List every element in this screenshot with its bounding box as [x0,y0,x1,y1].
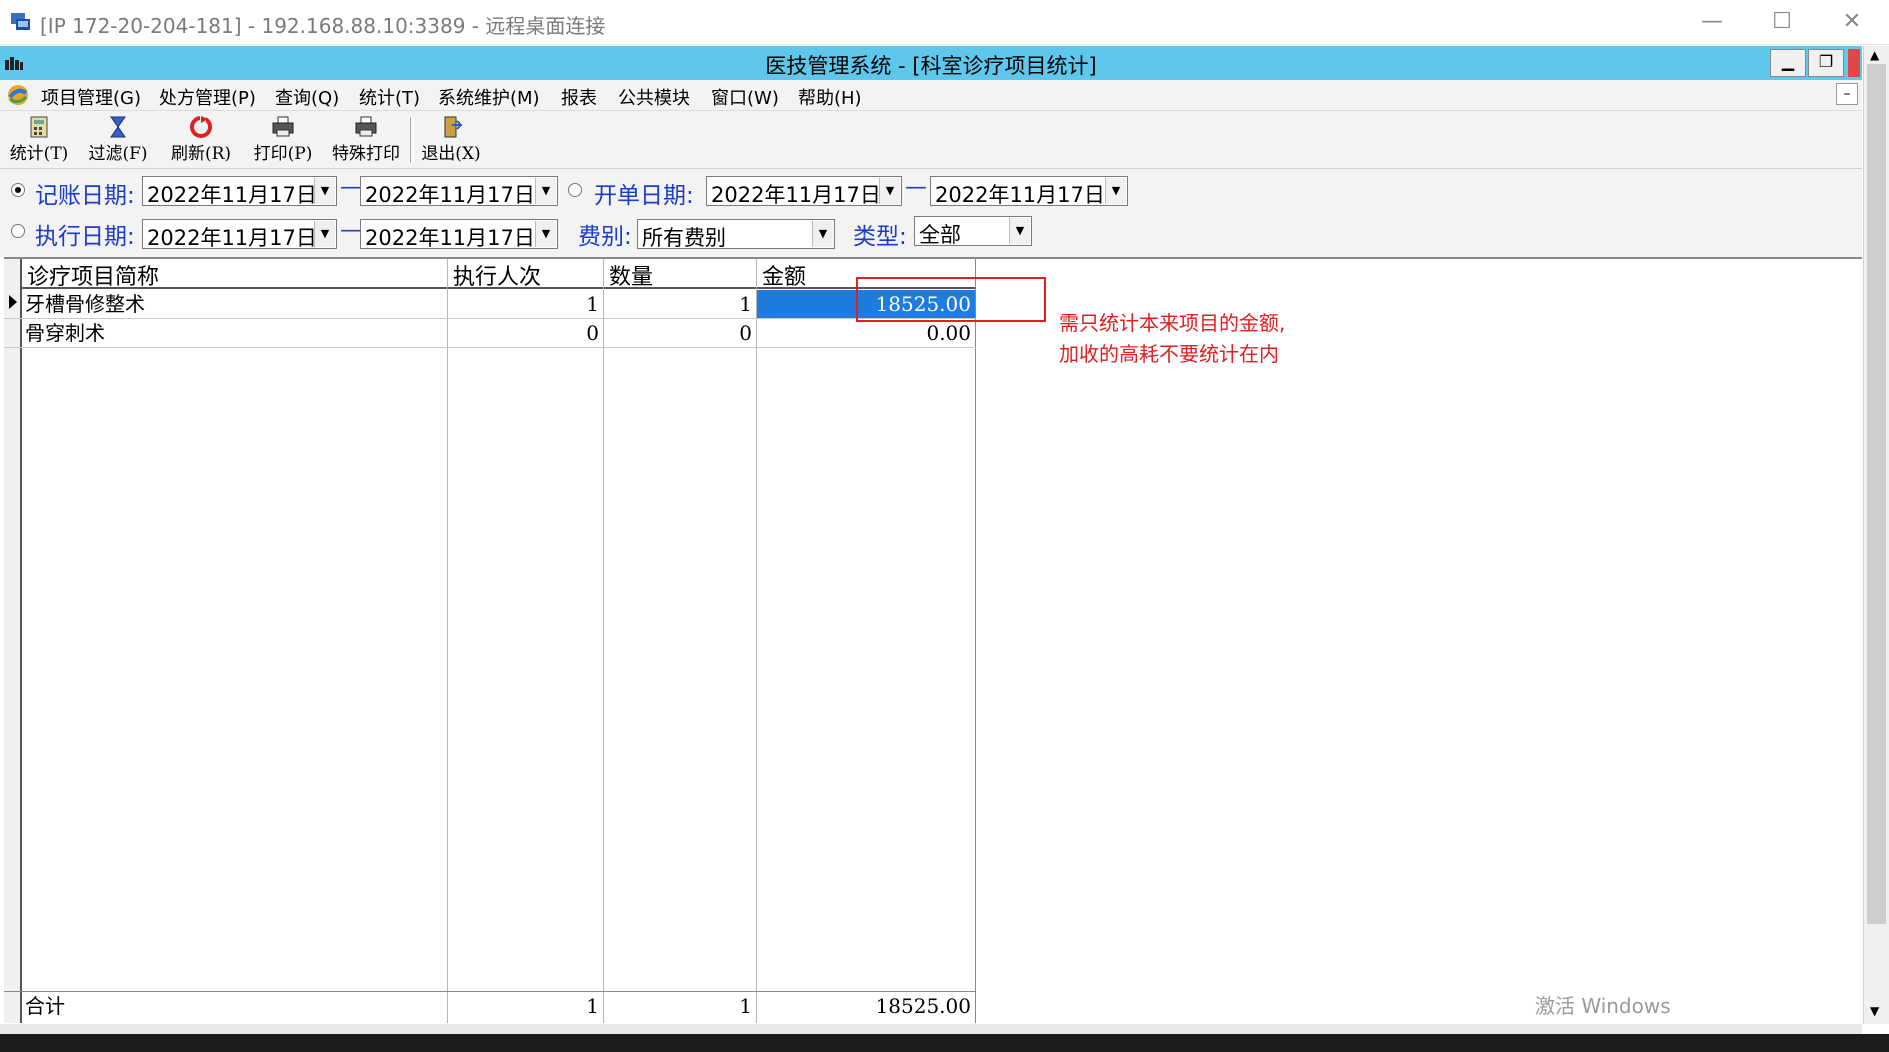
close-button[interactable]: ✕ [1824,6,1880,38]
scrollbar-thumb[interactable] [1867,64,1886,924]
header-item-name[interactable]: 诊疗项目简称 [22,259,447,290]
order-date-label: 开单日期: [594,183,694,209]
row2-item-name[interactable]: 骨穿刺术 [25,319,445,347]
row1-item-name[interactable]: 牙槽骨修整术 [25,290,445,318]
chevron-down-icon[interactable]: ▼ [1009,218,1030,244]
billing-date-radio[interactable] [11,183,25,197]
logo-icon [6,83,30,107]
app-titlebar: 医技管理系统 - [科室诊疗项目统计] ▁ ❐ [0,46,1862,80]
maximize-button[interactable]: ☐ [1754,6,1810,38]
annotation-highlight-box [856,277,1046,322]
fee-type-select[interactable]: 所有费别 ▼ [637,219,835,250]
current-row-arrow-icon [8,294,18,310]
annotation-line2: 加收的高耗不要统计在内 [1059,342,1279,366]
row2-amount[interactable]: 0.00 [757,319,975,347]
refresh-button[interactable]: 刷新(R) [165,113,237,166]
exit-label: 退出(X) [421,144,481,164]
total-label: 合计 [25,994,65,1018]
special-print-label: 特殊打印 [332,144,400,164]
menu-statistics[interactable]: 统计(T) [359,84,420,110]
header-quantity[interactable]: 数量 [604,259,756,290]
statistics-button[interactable]: 统计(T) [3,113,75,166]
scroll-up-icon[interactable]: ▲ [1870,48,1879,62]
chevron-down-icon[interactable]: ▼ [314,221,335,247]
print-button[interactable]: 打印(P) [247,113,319,166]
total-amount: 18525.00 [875,994,971,1018]
hourglass-icon [105,115,131,139]
toolbar-separator [410,117,414,163]
exec-date-to-picker[interactable]: 2022年11月17日 ▼ [360,219,558,250]
refresh-icon [188,115,214,139]
total-exec-count: 1 [586,994,599,1018]
exit-door-icon [438,115,464,139]
rdp-window-titlebar: [IP 172-20-204-181] - 192.168.88.10:3389… [0,0,1889,45]
row2-quantity[interactable]: 0 [604,319,756,347]
mdi-minimize-button[interactable]: – [1836,83,1858,105]
filter-label: 过滤(F) [88,144,148,164]
printer-icon [353,115,379,139]
remote-desktop-icon [10,10,32,32]
order-date-from-picker[interactable]: 2022年11月17日 ▼ [706,176,902,207]
billing-date-from-picker[interactable]: 2022年11月17日 ▼ [142,176,337,207]
chevron-down-icon[interactable]: ▼ [879,178,900,204]
app-title: 医技管理系统 - [科室诊疗项目统计] [765,54,1097,78]
annotation-line1: 需只统计本来项目的金额, [1059,311,1286,335]
filter-button[interactable]: 过滤(F) [82,113,154,166]
menu-window[interactable]: 窗口(W) [711,84,779,110]
chevron-down-icon[interactable]: ▼ [535,221,556,247]
order-date-radio[interactable] [568,183,582,197]
data-grid: 诊疗项目简称 执行人次 数量 金额 牙槽骨修整术 1 1 18525.00 骨穿… [4,257,1862,1023]
activate-windows-watermark: 激活 Windows [1535,994,1671,1018]
vertical-scrollbar[interactable]: ▲ ▼ [1863,46,1889,1024]
menu-bar: 项目管理(G) 处方管理(P) 查询(Q) 统计(T) 系统维护(M) 报表 公… [0,80,1862,111]
menu-public-modules[interactable]: 公共模块 [618,84,690,110]
menu-prescription-management[interactable]: 处方管理(P) [159,84,256,110]
header-exec-count[interactable]: 执行人次 [448,259,603,290]
menu-help[interactable]: 帮助(H) [798,84,862,110]
chevron-down-icon[interactable]: ▼ [812,221,833,247]
exit-button[interactable]: 退出(X) [415,113,487,166]
rdp-window-title: [IP 172-20-204-181] - 192.168.88.10:3389… [40,14,606,38]
category-label: 类型: [853,224,907,250]
chevron-down-icon[interactable]: ▼ [1105,178,1126,204]
order-date-to-picker[interactable]: 2022年11月17日 ▼ [930,176,1128,207]
menu-reports[interactable]: 报表 [561,84,597,110]
category-select[interactable]: 全部 ▼ [914,216,1032,247]
refresh-label: 刷新(R) [170,144,232,164]
row-indicator-column [4,259,22,1023]
row2-exec-count[interactable]: 0 [448,319,603,347]
horizontal-scrollbar[interactable] [0,1024,1862,1034]
app-minimize-button[interactable]: ▁ [1770,49,1806,77]
calculator-icon [26,115,52,139]
print-label: 打印(P) [253,144,313,164]
scroll-down-icon[interactable]: ▼ [1870,1004,1879,1018]
windows-taskbar [0,1034,1889,1052]
row1-quantity[interactable]: 1 [604,290,756,318]
chevron-down-icon[interactable]: ▼ [314,178,335,204]
total-quantity: 1 [739,994,752,1018]
statistics-label: 统计(T) [9,144,69,164]
special-print-button[interactable]: 特殊打印 [328,113,404,166]
menu-system-maintenance[interactable]: 系统维护(M) [438,84,540,110]
fee-type-label: 费别: [578,224,632,250]
exec-date-label: 执行日期: [35,224,135,250]
toolbar: 统计(T) 过滤(F) 刷新(R) 打印(P) 特殊打印 退出(X) [0,111,1862,169]
menu-project-management[interactable]: 项目管理(G) [41,84,141,110]
billing-date-label: 记账日期: [35,183,135,209]
app-restore-button[interactable]: ❐ [1808,49,1844,77]
printer-icon [270,115,296,139]
billing-date-to-picker[interactable]: 2022年11月17日 ▼ [360,176,558,207]
filter-panel: 记账日期: 2022年11月17日 ▼ — 2022年11月17日 ▼ 开单日期… [0,169,1862,257]
exec-date-from-picker[interactable]: 2022年11月17日 ▼ [142,219,337,250]
minimize-button[interactable]: — [1684,6,1740,38]
menu-query[interactable]: 查询(Q) [275,84,339,110]
row1-exec-count[interactable]: 1 [448,290,603,318]
chevron-down-icon[interactable]: ▼ [535,178,556,204]
app-close-button[interactable] [1848,49,1860,77]
exec-date-radio[interactable] [11,224,25,238]
